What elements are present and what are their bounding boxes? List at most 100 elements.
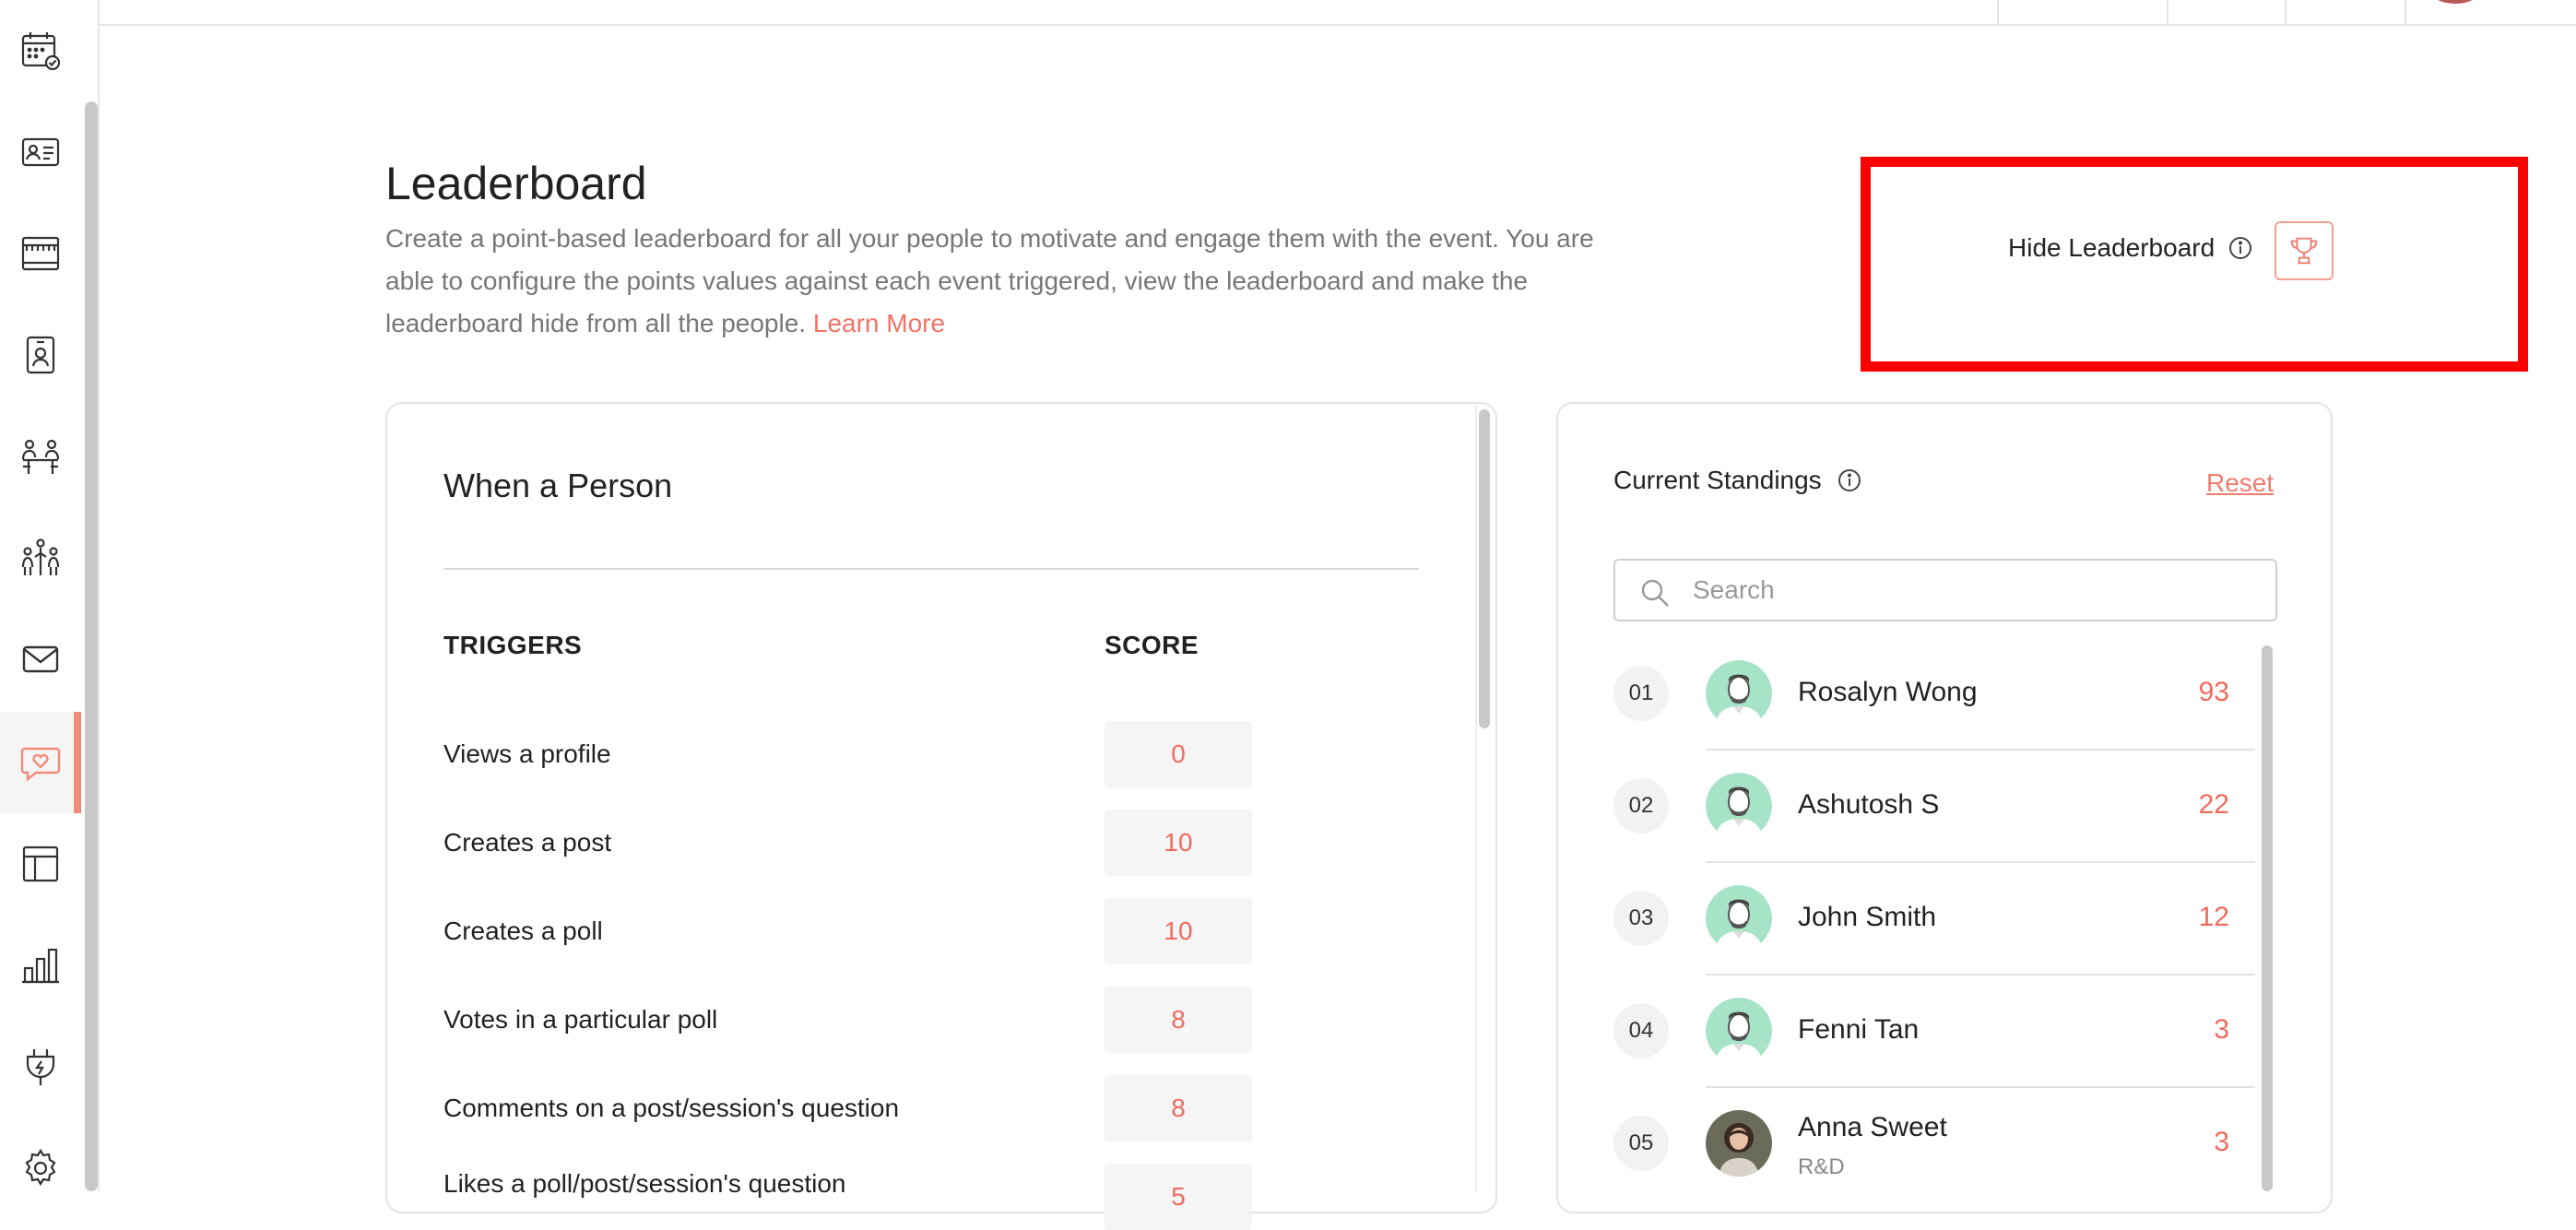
search-box [1613, 559, 2277, 621]
engagement-heart-icon [20, 747, 61, 782]
score-input[interactable]: 8 [1105, 987, 1252, 1053]
trigger-row: Creates a poll 10 [443, 898, 1458, 964]
card-title: When a Person [443, 467, 673, 504]
badge-icon [26, 336, 55, 374]
reset-link[interactable]: Reset [2206, 468, 2274, 498]
sidebar [0, 0, 100, 1191]
search-icon [1641, 579, 1669, 607]
rank-badge: 01 [1613, 666, 1669, 721]
avatar [1706, 1110, 1772, 1177]
default-avatar-icon [1706, 885, 1772, 952]
score-input[interactable]: 8 [1105, 1075, 1252, 1141]
sidebar-item-settings[interactable] [0, 1118, 81, 1219]
person-score: 93 [2198, 677, 2229, 707]
avatar [1706, 660, 1772, 727]
trigger-row: Views a profile 0 [443, 721, 1458, 787]
sidebar-item-analytics[interactable] [0, 915, 81, 1016]
search-input[interactable] [1693, 570, 2246, 610]
sidebar-item-meetings[interactable] [0, 406, 81, 507]
person-name: Anna Sweet [1798, 1112, 1947, 1142]
rank-badge: 02 [1613, 778, 1669, 834]
trigger-label: Views a profile [443, 739, 611, 768]
trigger-row: Likes a poll/post/session's question 5 [443, 1164, 1458, 1230]
calendar-check-icon [21, 32, 61, 71]
standings-title: Current Standings [1613, 466, 1862, 495]
score-input[interactable]: 5 [1105, 1164, 1252, 1230]
rank-badge: 05 [1613, 1116, 1669, 1171]
sidebar-item-badges[interactable] [0, 304, 81, 406]
list-item[interactable]: 02 Ashutosh S 22 [1613, 751, 2259, 863]
page-description: Create a point-based leaderboard for all… [385, 224, 1594, 337]
avatar [1706, 773, 1772, 839]
hide-leaderboard-label: Hide Leaderboard [2008, 233, 2253, 263]
standings-scrollbar[interactable] [2262, 645, 2273, 1191]
topbar-divider [2405, 0, 2406, 24]
person-score: 22 [2198, 789, 2229, 820]
default-avatar-icon [1706, 998, 1772, 1064]
sidebar-item-engagement[interactable] [0, 712, 81, 813]
score-input[interactable]: 10 [1105, 810, 1252, 876]
default-avatar-icon [1706, 660, 1772, 727]
score-input[interactable]: 10 [1105, 898, 1252, 964]
sidebar-item-mail[interactable] [0, 609, 81, 710]
triggers-scroll-track [1475, 402, 1477, 1191]
topbar-divider [2285, 0, 2286, 24]
person-name: Rosalyn Wong [1798, 677, 1978, 707]
integrations-plug-icon [26, 1049, 55, 1085]
info-icon[interactable] [1837, 467, 1862, 493]
triggers-scrollbar[interactable] [1479, 409, 1490, 728]
divider [443, 568, 1419, 570]
trigger-label: Votes in a particular poll [443, 1005, 718, 1034]
trigger-label: Creates a post [443, 828, 612, 857]
top-bar [100, 0, 2576, 26]
person-department: R&D [1798, 1154, 1845, 1179]
page-title: Leaderboard [385, 158, 647, 209]
hide-leaderboard-button[interactable] [2275, 221, 2334, 280]
person-name: John Smith [1798, 902, 1937, 932]
trigger-row: Votes in a particular poll 8 [443, 987, 1458, 1053]
photo-avatar [1706, 1110, 1772, 1177]
trophy-icon [2290, 237, 2318, 265]
sidebar-item-layout[interactable] [0, 813, 81, 915]
sidebar-scrollbar[interactable] [85, 101, 98, 1191]
learn-more-link[interactable]: Learn More [813, 309, 945, 337]
triggers-column-header: TRIGGERS [443, 631, 583, 659]
person-name: Ashutosh S [1798, 789, 1940, 820]
score-input[interactable]: 0 [1105, 721, 1252, 787]
avatar [1706, 998, 1772, 1064]
trigger-row: Comments on a post/session's question 8 [443, 1075, 1458, 1141]
list-item[interactable]: 05 Anna Sweet R&D 3 [1613, 1088, 2259, 1200]
avatar [1706, 885, 1772, 952]
sidebar-item-stage[interactable] [0, 203, 81, 304]
sidebar-item-networking[interactable] [0, 507, 81, 609]
topbar-divider [2167, 0, 2168, 24]
networking-people-icon [21, 538, 60, 575]
trigger-label: Comments on a post/session's question [443, 1094, 900, 1122]
trigger-label: Likes a poll/post/session's question [443, 1169, 846, 1198]
sidebar-item-agenda[interactable] [0, 0, 81, 101]
person-score: 12 [2198, 902, 2229, 932]
list-item[interactable]: 01 Rosalyn Wong 93 [1613, 638, 2259, 751]
id-card-icon [21, 137, 60, 167]
layout-icon [22, 846, 59, 882]
person-score: 3 [2214, 1127, 2229, 1157]
sidebar-item-integrations[interactable] [0, 1016, 81, 1118]
trigger-label: Creates a poll [443, 917, 603, 945]
person-name: Fenni Tan [1798, 1014, 1920, 1045]
mail-icon [22, 645, 59, 673]
topbar-divider [1997, 0, 1999, 24]
default-avatar-icon [1706, 773, 1772, 839]
rank-badge: 03 [1613, 891, 1669, 946]
analytics-bar-icon [22, 948, 59, 984]
settings-gear-icon [25, 1148, 56, 1187]
list-item[interactable]: 03 John Smith 12 [1613, 863, 2259, 976]
score-column-header: SCORE [1105, 631, 1199, 659]
stage-icon [21, 236, 60, 271]
list-item[interactable]: 04 Fenni Tan 3 [1613, 976, 2259, 1088]
person-score: 3 [2214, 1014, 2229, 1045]
sidebar-item-people[interactable] [0, 101, 81, 203]
info-icon[interactable] [2227, 235, 2253, 261]
rank-badge: 04 [1613, 1003, 1669, 1059]
trigger-row: Creates a post 10 [443, 810, 1458, 876]
highlight-box [1861, 157, 2528, 372]
